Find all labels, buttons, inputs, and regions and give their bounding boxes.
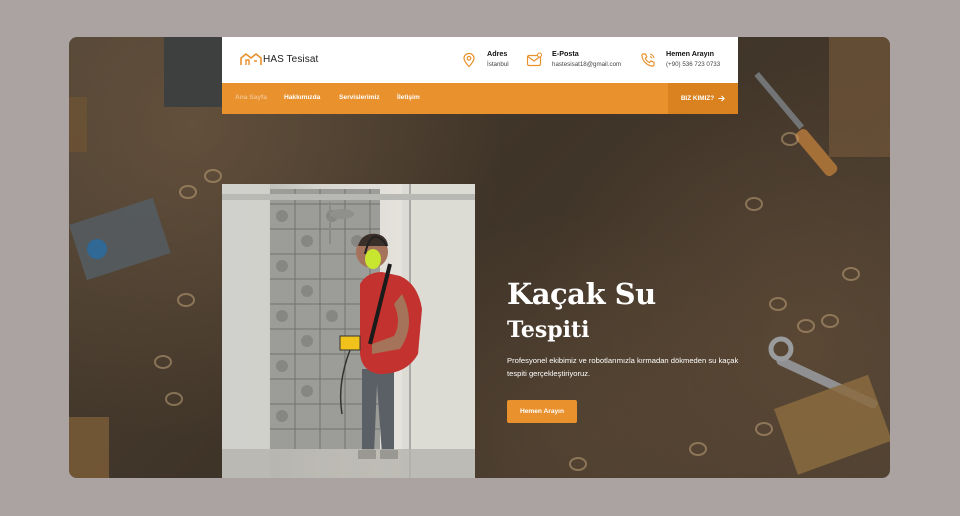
- contact-email[interactable]: E-Posta hastesisat18@gmail.com: [526, 49, 621, 70]
- who-are-we-button[interactable]: BIZ KIMIZ?: [668, 83, 738, 114]
- contact-phone-value[interactable]: (+90) 536 723 0733: [666, 60, 720, 70]
- main-navigation: Ana Sayfa Hakkımızda Servislerimiz İleti…: [222, 83, 738, 114]
- wood-shaving: [781, 132, 799, 146]
- contact-address-title: Adres: [487, 49, 508, 58]
- wood-shaving: [797, 319, 815, 333]
- browser-viewport: HAS Tesisat Adres İstanbul E-Posta haste…: [69, 37, 890, 478]
- wood-shaving: [745, 197, 763, 211]
- hero-title-line2: Tespiti: [507, 317, 590, 343]
- arrow-right-icon: [718, 95, 726, 102]
- plumber-illustration: [222, 184, 475, 478]
- who-are-we-label: BIZ KIMIZ?: [680, 95, 715, 102]
- wood-shaving: [204, 169, 222, 183]
- contact-phone-title: Hemen Arayın: [666, 49, 715, 58]
- site-logo[interactable]: HAS Tesisat: [240, 52, 318, 66]
- brand-name: HAS Tesisat: [263, 53, 319, 65]
- contact-phone[interactable]: Hemen Arayın (+90) 536 723 0733: [640, 49, 720, 70]
- wood-shaving: [842, 267, 860, 281]
- contact-address-value: İstanbul: [487, 61, 509, 68]
- wood-shaving: [569, 457, 587, 471]
- contact-email-value[interactable]: hastesisat18@gmail.com: [552, 60, 621, 70]
- wood-shaving: [755, 422, 773, 436]
- site-header: HAS Tesisat Adres İstanbul E-Posta haste…: [222, 37, 738, 83]
- wood-shaving: [177, 293, 195, 307]
- location-pin-icon: [463, 52, 475, 68]
- mail-icon: [526, 52, 542, 67]
- nav-item-services[interactable]: Servislerimiz: [339, 94, 380, 101]
- hero-description: Profesyonel ekibimiz ve robotlarımızla k…: [507, 356, 739, 378]
- wood-shaving: [179, 185, 197, 199]
- house-logo-icon: [240, 52, 262, 65]
- nav-item-about[interactable]: Hakkımızda: [284, 94, 320, 101]
- hero-photo-plumber: [222, 184, 475, 478]
- contact-address: Adres İstanbul: [461, 49, 509, 70]
- call-now-button[interactable]: Hemen Arayın: [507, 400, 577, 423]
- contact-email-title: E-Posta: [552, 49, 579, 58]
- wood-shaving: [769, 297, 787, 311]
- hero-title-line1: Kaçak Su: [507, 277, 656, 311]
- wood-shaving: [821, 314, 839, 328]
- wood-shaving: [165, 392, 183, 406]
- wood-shaving: [154, 355, 172, 369]
- nav-item-contact[interactable]: İletişim: [397, 94, 420, 101]
- nav-item-home[interactable]: Ana Sayfa: [235, 94, 267, 101]
- phone-icon: [641, 53, 655, 67]
- wood-shaving: [689, 442, 707, 456]
